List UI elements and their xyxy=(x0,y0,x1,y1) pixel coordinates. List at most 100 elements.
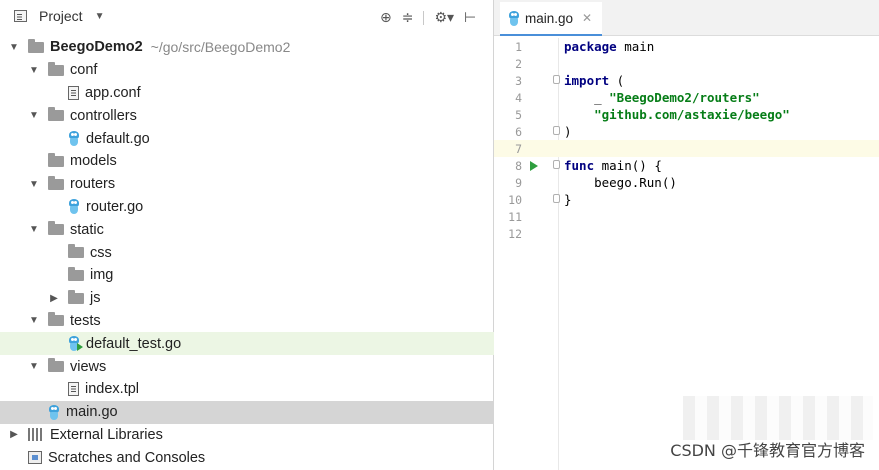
code-text: ) xyxy=(564,124,572,139)
tree-item-label: Scratches and Consoles xyxy=(48,449,206,466)
line-gutter xyxy=(522,106,558,123)
scratch-icon xyxy=(28,451,42,465)
line-number: 7 xyxy=(515,141,522,156)
code-line[interactable]: 1 package main xyxy=(494,38,879,55)
code-line[interactable]: 3 import ( xyxy=(494,72,879,89)
tree-item[interactable]: ▼ conf xyxy=(0,59,494,82)
folder-icon xyxy=(48,358,64,373)
chevron-down-icon[interactable]: ▼ xyxy=(8,42,20,53)
tree-item-label: views xyxy=(70,358,107,375)
tree-item-label: static xyxy=(70,221,104,238)
line-gutter xyxy=(522,174,558,191)
chevron-down-icon[interactable]: ▼ xyxy=(28,315,40,326)
code-line[interactable]: 2 xyxy=(494,55,879,72)
tree-item[interactable]: Scratches and Consoles xyxy=(0,446,494,469)
project-icon xyxy=(14,10,27,22)
line-number: 4 xyxy=(515,90,522,105)
tree-item-label: css xyxy=(90,244,112,261)
tree-item[interactable]: index.tpl xyxy=(0,378,494,401)
code-editor: main.go ✕ 1 package main 2 3 import (4 _ "Be… xyxy=(494,0,879,470)
line-gutter xyxy=(522,208,558,225)
collapse-all-icon[interactable]: ≑ xyxy=(402,9,414,26)
chevron-down-icon[interactable]: ▼ xyxy=(28,179,40,190)
tree-item[interactable]: ▶ External Libraries xyxy=(0,424,494,447)
tree-item[interactable]: css xyxy=(0,241,494,264)
project-view-selector[interactable]: Project ▼ xyxy=(14,8,104,24)
tree-item[interactable]: default.go xyxy=(0,127,494,150)
gear-icon[interactable]: ⚙▾ xyxy=(434,9,454,26)
code-area[interactable]: 1 package main 2 3 import (4 _ "BeegoDemo2/r… xyxy=(494,38,879,242)
folder-icon xyxy=(68,244,84,259)
folder-icon xyxy=(68,266,84,281)
code-line[interactable]: 4 _ "BeegoDemo2/routers" xyxy=(494,89,879,106)
code-line[interactable]: 5 "github.com/astaxie/beego" xyxy=(494,106,879,123)
code-text: beego.Run() xyxy=(564,175,677,190)
tree-item-label: js xyxy=(90,290,101,307)
line-gutter xyxy=(522,140,558,157)
code-line[interactable]: 10} xyxy=(494,191,879,208)
tree-item-label: default.go xyxy=(86,130,150,147)
tree-item-label: router.go xyxy=(86,198,144,215)
line-number: 1 xyxy=(515,39,522,54)
tree-item[interactable]: ▼ controllers xyxy=(0,104,494,127)
code-line[interactable]: 8 func main() { xyxy=(494,157,879,174)
tree-item[interactable]: ▼ tests xyxy=(0,310,494,333)
tree-item-label: models xyxy=(70,153,117,170)
fold-marker-icon[interactable] xyxy=(553,160,560,169)
close-icon[interactable]: ✕ xyxy=(582,11,592,25)
tree-item[interactable]: ▶ js xyxy=(0,287,494,310)
editor-tab-label: main.go xyxy=(525,10,574,26)
watermark: CSDN @千锋教育官方博客 xyxy=(670,441,865,460)
line-gutter xyxy=(522,55,558,72)
tree-item[interactable]: models xyxy=(0,150,494,173)
code-text: } xyxy=(564,192,572,207)
tree-item[interactable]: main.go xyxy=(0,400,494,424)
code-line[interactable]: 11 xyxy=(494,208,879,225)
chevron-down-icon[interactable]: ▼ xyxy=(28,361,40,372)
code-line[interactable]: 7 xyxy=(494,140,879,157)
line-number: 9 xyxy=(515,175,522,190)
tree-item[interactable]: ▼ BeegoDemo2 ~/go/src/BeegoDemo2 xyxy=(0,36,494,59)
tree-item[interactable]: default_test.go xyxy=(0,332,494,356)
line-number: 5 xyxy=(515,107,522,122)
code-line[interactable]: 9 beego.Run() xyxy=(494,174,879,191)
chevron-down-icon[interactable]: ▼ xyxy=(28,65,40,76)
folder-icon xyxy=(28,38,44,53)
tree-item-label: External Libraries xyxy=(50,426,163,443)
chevron-down-icon[interactable]: ▼ xyxy=(28,224,40,235)
text-file-icon xyxy=(68,85,79,100)
run-icon[interactable] xyxy=(530,161,538,171)
fold-marker-icon[interactable] xyxy=(553,194,560,203)
editor-tab-main-go[interactable]: main.go ✕ xyxy=(500,2,603,36)
line-number: 3 xyxy=(515,73,522,88)
chevron-down-icon[interactable]: ▼ xyxy=(28,110,40,121)
tree-item[interactable]: ▼ static xyxy=(0,218,494,241)
fold-marker-icon[interactable] xyxy=(553,75,560,84)
code-text: func main() { xyxy=(564,158,662,173)
line-gutter xyxy=(522,72,560,89)
folder-icon xyxy=(48,175,64,190)
line-number: 11 xyxy=(508,209,522,224)
code-text: _ "BeegoDemo2/routers" xyxy=(564,90,760,105)
tree-item[interactable]: ▼ views xyxy=(0,355,494,378)
tree-item[interactable]: ▼ routers xyxy=(0,173,494,196)
fold-marker-icon[interactable] xyxy=(553,126,560,135)
chevron-right-icon[interactable]: ▶ xyxy=(8,429,20,440)
text-file-icon xyxy=(68,382,79,397)
line-number: 6 xyxy=(515,124,522,139)
tree-item[interactable]: img xyxy=(0,264,494,287)
tree-item[interactable]: router.go xyxy=(0,196,494,219)
line-gutter xyxy=(522,157,560,174)
folder-icon xyxy=(48,61,64,76)
code-line[interactable]: 12 xyxy=(494,225,879,242)
blurred-overlay xyxy=(683,396,873,440)
chevron-right-icon[interactable]: ▶ xyxy=(48,293,60,304)
tree-item[interactable]: app.conf xyxy=(0,82,494,105)
hide-panel-icon[interactable]: ⊢ xyxy=(464,9,476,26)
code-line[interactable]: 6) xyxy=(494,123,879,140)
go-file-icon xyxy=(68,131,80,147)
line-number: 8 xyxy=(515,158,522,173)
toolbar-divider xyxy=(423,10,425,25)
project-tree: ▼ BeegoDemo2 ~/go/src/BeegoDemo2 ▼ conf app.c… xyxy=(0,36,494,469)
locate-icon[interactable]: ⊕ xyxy=(380,9,392,26)
